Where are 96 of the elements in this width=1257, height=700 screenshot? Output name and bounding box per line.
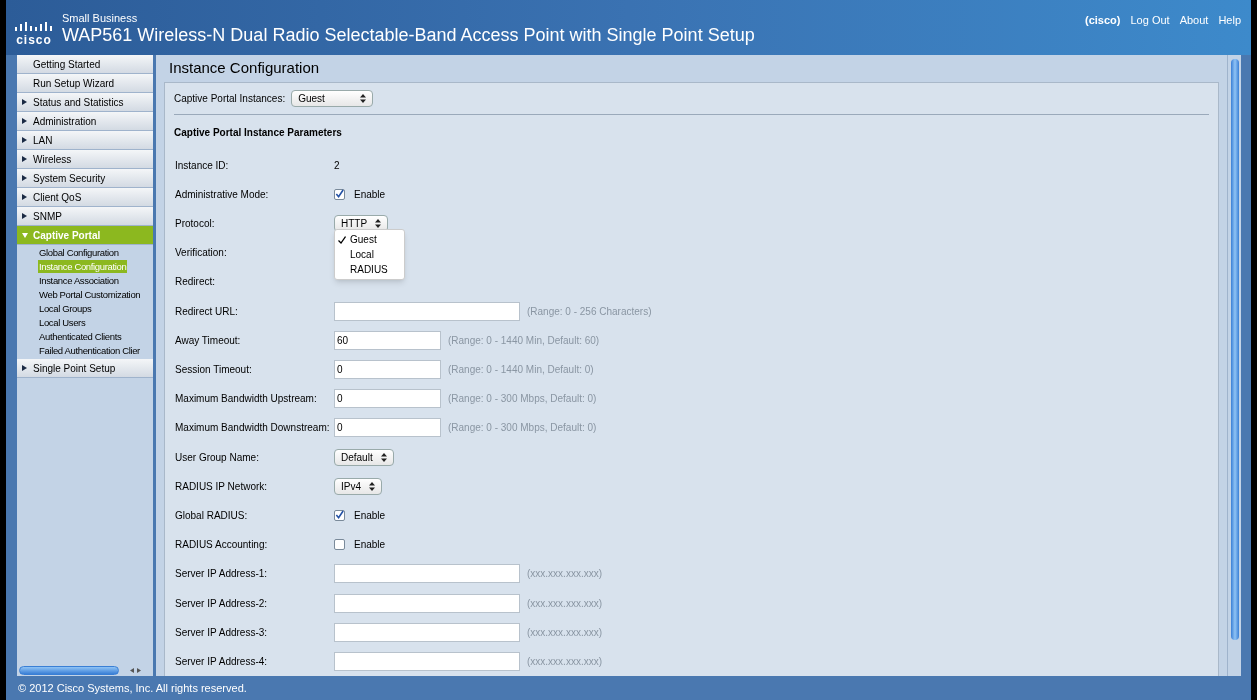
- field-label: Instance ID:: [174, 158, 230, 173]
- input-field[interactable]: [334, 651, 520, 671]
- field-label: Server IP Address-1:: [174, 567, 269, 582]
- field-label: Verification:: [174, 246, 228, 261]
- scrollbar-thumb[interactable]: [19, 665, 119, 675]
- hint-text: (Range: 0 - 1440 Min, Default: 0): [448, 363, 594, 378]
- field-label: Global RADIUS:: [174, 508, 249, 523]
- input-field[interactable]: [334, 301, 520, 321]
- logo-text: cisco: [16, 34, 52, 46]
- nav-subitem[interactable]: Instance Association: [38, 273, 120, 287]
- scroll-right-icon[interactable]: [137, 667, 141, 673]
- select-field[interactable]: Default: [334, 448, 394, 466]
- caret-down-icon: [22, 232, 28, 238]
- caret-right-icon: [22, 365, 27, 371]
- input-field[interactable]: 60: [334, 330, 441, 350]
- nav-subitem[interactable]: Local Groups: [38, 301, 93, 315]
- input-field[interactable]: [334, 564, 520, 584]
- brand-text: Small Business: [62, 12, 139, 24]
- user-name: (cisco): [1085, 13, 1121, 28]
- caret-right-icon: [22, 213, 27, 219]
- caret-right-icon: [22, 156, 27, 162]
- input-field[interactable]: [334, 622, 520, 642]
- hint-text: (Range: 0 - 1440 Min, Default: 60): [448, 333, 600, 348]
- updown-icon: [375, 219, 382, 229]
- field-label: RADIUS Accounting:: [174, 538, 269, 553]
- nav-item[interactable]: LAN: [17, 131, 153, 150]
- field-label: Maximum Bandwidth Downstream:: [174, 421, 331, 436]
- checkbox[interactable]: [334, 539, 345, 551]
- nav-subitem[interactable]: Authenticated Clients: [38, 329, 123, 343]
- hint-text: (Range: 0 - 300 Mbps, Default: 0): [448, 421, 597, 436]
- dropdown-option[interactable]: Local: [335, 247, 404, 263]
- scrollbar-thumb[interactable]: [1230, 59, 1239, 640]
- nav-item[interactable]: Getting Started: [17, 55, 153, 74]
- check-icon: [338, 235, 346, 244]
- checkbox-label: Enable: [354, 187, 386, 202]
- field-label: Protocol:: [174, 217, 216, 232]
- nav-item[interactable]: System Security: [17, 169, 153, 188]
- nav-item[interactable]: Status and Statistics: [17, 93, 153, 112]
- dropdown-option[interactable]: Guest: [335, 232, 404, 248]
- select-field[interactable]: IPv4: [334, 477, 382, 495]
- nav-subitem[interactable]: Global Configuration: [38, 245, 120, 259]
- field-label: Session Timeout:: [174, 363, 253, 378]
- updown-icon: [360, 93, 367, 103]
- field-label: Away Timeout:: [174, 333, 242, 348]
- input-field[interactable]: [334, 593, 520, 613]
- field-label: User Group Name:: [174, 450, 260, 465]
- product-title: WAP561 Wireless-N Dual Radio Selectable-Band Access Point with Single Point Setup: [62, 24, 755, 46]
- field-label: Redirect:: [174, 275, 216, 290]
- header-link[interactable]: About: [1179, 12, 1209, 55]
- field-label: Server IP Address-4:: [174, 654, 269, 669]
- input-field[interactable]: 0: [334, 418, 441, 438]
- field-label: Server IP Address-2:: [174, 596, 269, 611]
- copyright-text: © 2012 Cisco Systems, Inc. All rights reserved.: [18, 680, 247, 696]
- section-title: Captive Portal Instance Parameters: [174, 126, 343, 141]
- checkbox-label: Enable: [354, 508, 386, 523]
- logo-bars-icon: [14, 22, 54, 32]
- nav-item[interactable]: Run Setup Wizard: [17, 74, 153, 93]
- input-field[interactable]: 0: [334, 360, 441, 380]
- nav-subitem[interactable]: Local Users: [38, 315, 87, 329]
- field-label: Server IP Address-3:: [174, 625, 269, 640]
- nav-item[interactable]: Client QoS: [17, 188, 153, 207]
- hint-text: (xxx.xxx.xxx.xxx): [527, 596, 602, 611]
- field-label: Maximum Bandwidth Upstream:: [174, 392, 318, 407]
- checkbox[interactable]: [334, 509, 345, 521]
- field-label: Administrative Mode:: [174, 187, 270, 202]
- caret-right-icon: [22, 194, 27, 200]
- field-label: Captive Portal Instances:: [174, 91, 286, 106]
- header-link[interactable]: Log Out: [1130, 12, 1170, 55]
- field-label: Redirect URL:: [174, 304, 239, 319]
- page-title: Instance Configuration: [168, 58, 321, 79]
- hint-text: (xxx.xxx.xxx.xxx): [527, 567, 602, 582]
- caret-right-icon: [22, 118, 27, 124]
- select-field[interactable]: Guest: [291, 89, 374, 107]
- nav-item[interactable]: SNMP: [17, 207, 153, 226]
- hint-text: (Range: 0 - 300 Mbps, Default: 0): [448, 392, 597, 407]
- nav-subitem[interactable]: Web Portal Customization: [38, 287, 142, 301]
- hint-text: (Range: 0 - 256 Characters): [527, 304, 652, 319]
- caret-right-icon: [22, 175, 27, 181]
- caret-right-icon: [22, 137, 27, 143]
- updown-icon: [380, 452, 387, 462]
- hint-text: (xxx.xxx.xxx.xxx): [527, 654, 602, 669]
- nav-item[interactable]: Administration: [17, 112, 153, 131]
- nav-item[interactable]: Single Point Setup: [17, 359, 153, 378]
- nav-item[interactable]: Wireless: [17, 150, 153, 169]
- header-link[interactable]: Help: [1218, 12, 1241, 55]
- input-field[interactable]: 0: [334, 389, 441, 409]
- scroll-left-icon[interactable]: [130, 667, 134, 673]
- checkbox-label: Enable: [354, 538, 386, 553]
- field-value: 2: [334, 158, 340, 173]
- caret-right-icon: [22, 99, 27, 105]
- dropdown-option[interactable]: RADIUS: [335, 262, 404, 278]
- hint-text: (xxx.xxx.xxx.xxx): [527, 625, 602, 640]
- field-label: RADIUS IP Network:: [174, 479, 269, 494]
- updown-icon: [369, 481, 375, 491]
- nav-subitem[interactable]: Failed Authentication Clier: [38, 343, 141, 357]
- checkbox[interactable]: [334, 188, 345, 200]
